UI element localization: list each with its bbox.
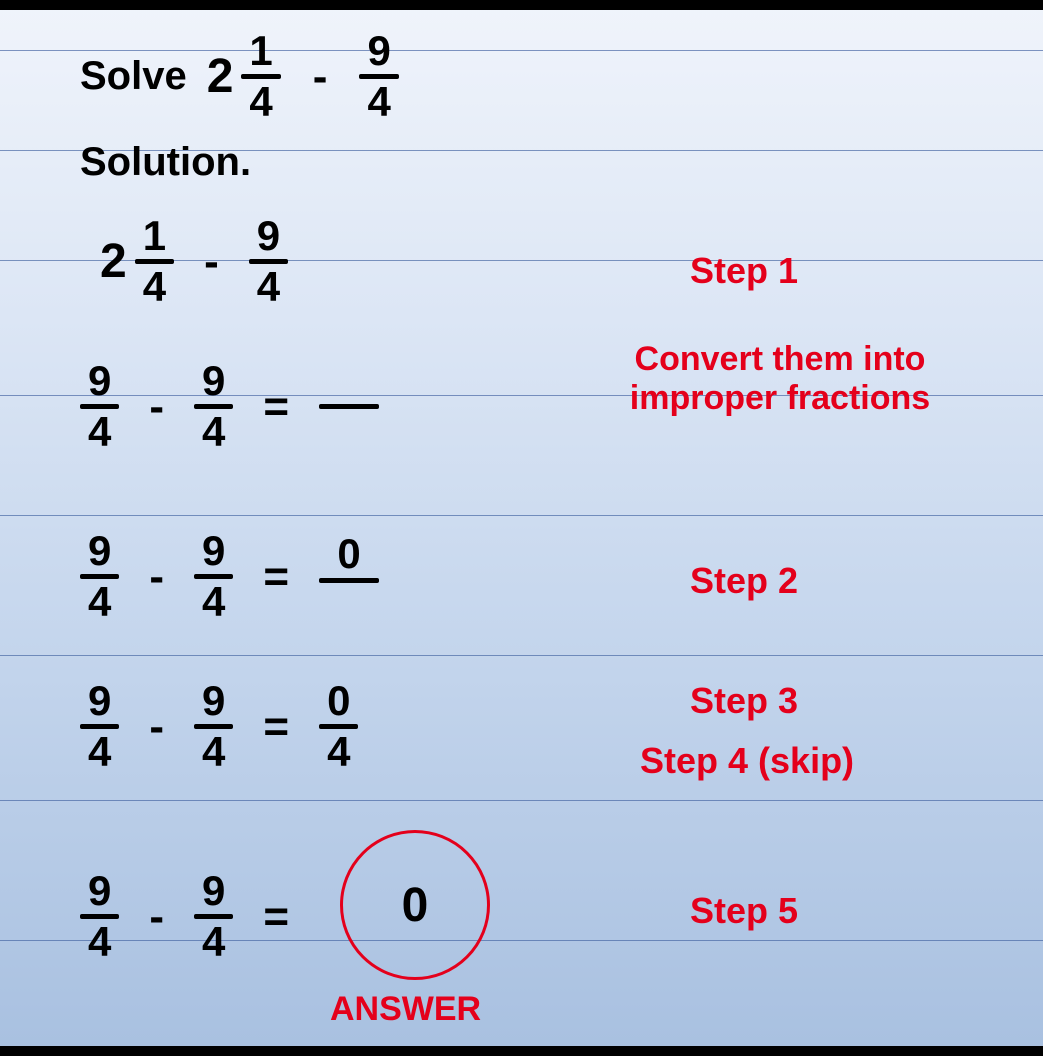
frac-den: 4 [249, 264, 288, 308]
frac-den: 4 [319, 729, 358, 773]
frac-num: 9 [249, 215, 288, 259]
fraction: 9 4 [80, 870, 119, 963]
frac-num: 9 [80, 360, 119, 404]
frac-num: 0 [319, 680, 358, 724]
frac-den: 4 [135, 264, 174, 308]
frac-num: 9 [194, 360, 233, 404]
frac-num [339, 364, 359, 404]
frac-den: 4 [194, 729, 233, 773]
blank-fraction [319, 364, 379, 449]
frac-num: 9 [194, 530, 233, 574]
fraction: 9 4 [194, 680, 233, 773]
operator-minus: - [192, 237, 231, 287]
equals: = [251, 382, 301, 432]
mixed: 2 1 4 [100, 215, 174, 308]
frac-den [339, 409, 359, 449]
problem-right-fraction: 9 4 [359, 30, 398, 123]
answer-circle: 0 [340, 830, 490, 980]
mixed-fraction: 1 4 [241, 30, 280, 123]
mixed-whole: 2 [100, 234, 127, 289]
fraction: 9 4 [80, 680, 119, 773]
bottom-black-bar [0, 1046, 1043, 1056]
frac-num: 9 [194, 680, 233, 724]
fraction: 9 4 [249, 215, 288, 308]
frac-den: 4 [359, 79, 398, 123]
frac-num: 9 [80, 530, 119, 574]
rule-line [0, 515, 1043, 516]
working-line-3: 9 4 - 9 4 = 0 [80, 530, 379, 623]
solution-label: Solution. [80, 140, 251, 185]
working-line-5: 9 4 - 9 4 = [80, 870, 301, 963]
solve-label: Solve [80, 54, 187, 99]
top-black-bar [0, 0, 1043, 10]
frac-den: 4 [80, 579, 119, 623]
result-fraction: 0 [319, 530, 379, 623]
working-line-2: 9 4 - 9 4 = [80, 360, 379, 453]
step-3-label: Step 3 [690, 680, 798, 722]
frac-num: 9 [80, 680, 119, 724]
operator-minus: - [301, 52, 340, 102]
mixed-whole: 2 [207, 49, 234, 104]
result-fraction: 0 4 [319, 680, 358, 773]
frac-num: 1 [241, 30, 280, 74]
frac-den: 4 [80, 919, 119, 963]
step-1-label: Step 1 [690, 250, 798, 292]
frac-den [339, 583, 359, 623]
frac-den: 4 [80, 409, 119, 453]
fraction: 9 4 [194, 870, 233, 963]
step-4-label: Step 4 (skip) [640, 740, 854, 782]
fraction: 9 4 [80, 530, 119, 623]
frac-den: 4 [80, 729, 119, 773]
step-1-note: Convert them into improper fractions [560, 340, 1000, 418]
problem-row: Solve 2 1 4 - 9 4 [80, 30, 399, 123]
frac-num: 9 [359, 30, 398, 74]
frac-num: 9 [80, 870, 119, 914]
frac-num: 0 [327, 530, 370, 578]
equals: = [251, 892, 301, 942]
operator-minus: - [137, 382, 176, 432]
operator-minus: - [137, 702, 176, 752]
step-2-label: Step 2 [690, 560, 798, 602]
frac-den: 4 [194, 579, 233, 623]
answer-label: ANSWER [330, 990, 481, 1029]
frac-num: 1 [135, 215, 174, 259]
fraction: 9 4 [194, 530, 233, 623]
answer-value: 0 [402, 878, 429, 933]
operator-minus: - [137, 892, 176, 942]
working-line-1: 2 1 4 - 9 4 [100, 215, 288, 308]
frac-den: 4 [194, 919, 233, 963]
fraction: 9 4 [80, 360, 119, 453]
frac-num: 9 [194, 870, 233, 914]
frac-den: 4 [194, 409, 233, 453]
problem-mixed: 2 1 4 [207, 30, 281, 123]
fraction: 9 4 [194, 360, 233, 453]
rule-line [0, 800, 1043, 801]
rule-line [0, 655, 1043, 656]
equals: = [251, 552, 301, 602]
fraction: 1 4 [135, 215, 174, 308]
equals: = [251, 702, 301, 752]
operator-minus: - [137, 552, 176, 602]
working-line-4: 9 4 - 9 4 = 0 4 [80, 680, 358, 773]
frac-den: 4 [241, 79, 280, 123]
step-5-label: Step 5 [690, 890, 798, 932]
